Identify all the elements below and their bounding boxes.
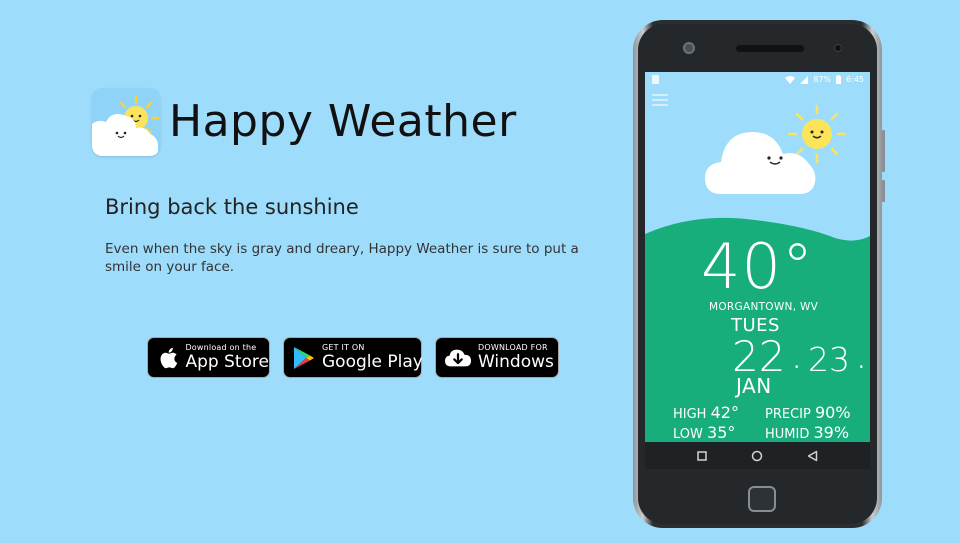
humid-stat: HUMID 39% [765, 423, 849, 442]
power-button [882, 180, 885, 202]
precip-value: 90% [814, 403, 851, 422]
apple-icon [157, 345, 178, 371]
windows-small-label: DOWNLOAD FOR [478, 343, 548, 352]
precip-stat: PRECIP 90% [765, 403, 851, 422]
low-value: 35° [707, 423, 736, 442]
google-play-icon [293, 345, 315, 371]
front-camera [683, 42, 695, 54]
windows-big-label: Windows [478, 352, 554, 372]
google-play-button[interactable]: GET IT ON Google Play [283, 337, 423, 378]
low-stat: LOW 35° [673, 423, 735, 442]
signal-icon [800, 75, 809, 84]
appstore-big-label: App Store [185, 352, 269, 372]
phone-screen: 87% 6:45 40° MORGANTOWN, WV TUES 22 · 23… [645, 72, 870, 469]
sun-cloud-icon [92, 94, 160, 156]
app-title: Happy Weather [169, 96, 517, 147]
volume-button [882, 130, 885, 172]
gplay-small-label: GET IT ON [322, 343, 365, 352]
status-time: 6:45 [846, 75, 864, 84]
appstore-small-label: Download on the [185, 343, 257, 352]
back-icon[interactable] [807, 450, 818, 462]
android-nav-bar [645, 442, 870, 469]
earpiece-speaker [736, 45, 804, 52]
date-minute: 23 [808, 340, 850, 379]
current-temperature: 40° [701, 230, 814, 303]
wifi-icon [785, 75, 796, 84]
high-value: 42° [710, 403, 739, 422]
windows-download-button[interactable]: DOWNLOAD FOR Windows [435, 337, 559, 378]
separator-dot-trailing: · [858, 354, 865, 379]
battery-icon [836, 75, 842, 84]
app-description: Even when the sky is gray and dreary, Ha… [105, 241, 579, 275]
humid-value: 39% [813, 423, 850, 442]
status-bar: 87% 6:45 [645, 72, 870, 87]
app-store-button[interactable]: Download on the App Store [147, 337, 270, 378]
app-logo [92, 88, 160, 156]
proximity-sensor [834, 44, 842, 52]
separator-dot: · [793, 354, 800, 379]
fingerprint-sensor [748, 486, 776, 512]
recents-icon[interactable] [697, 450, 707, 461]
home-icon[interactable] [751, 450, 763, 462]
humid-label: HUMID [765, 427, 810, 442]
low-label: LOW [673, 427, 703, 442]
month-label: JAN [736, 374, 772, 398]
menu-icon[interactable] [652, 94, 668, 109]
high-stat: HIGH 42° [673, 403, 739, 422]
gplay-big-label: Google Play [322, 352, 423, 372]
high-label: HIGH [673, 407, 707, 422]
precip-label: PRECIP [765, 407, 811, 422]
cloud-icon [705, 132, 816, 194]
battery-percent: 87% [813, 75, 832, 84]
cloud-download-icon [445, 345, 471, 371]
location-label: MORGANTOWN, WV [709, 301, 819, 313]
tagline: Bring back the sunshine [105, 195, 359, 219]
